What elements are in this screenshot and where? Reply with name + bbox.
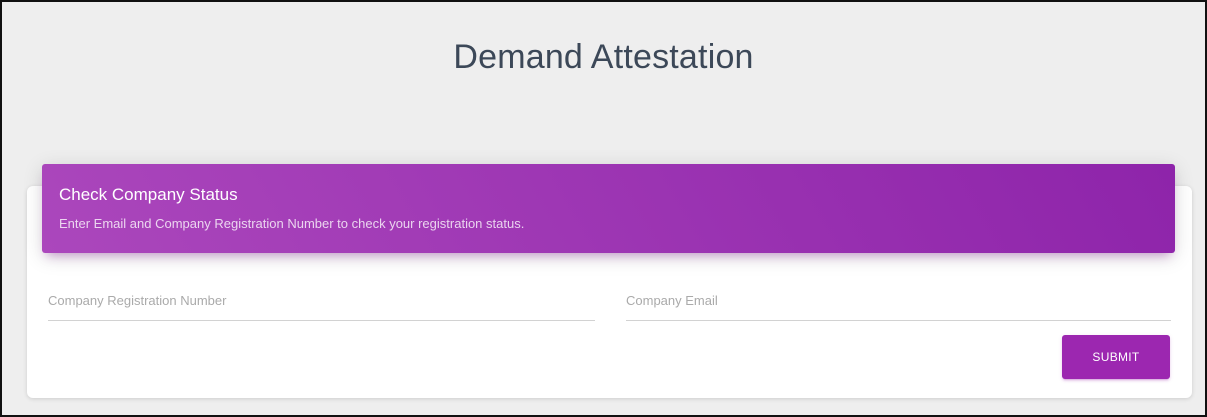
card-subtitle: Enter Email and Company Registration Num…	[59, 216, 525, 231]
page-frame: Demand Attestation Check Company Status …	[0, 0, 1207, 417]
card-header: Check Company Status Enter Email and Com…	[42, 164, 1175, 253]
company-email-input[interactable]	[626, 285, 1171, 315]
registration-number-input[interactable]	[48, 285, 595, 315]
page-title: Demand Attestation	[453, 38, 754, 76]
company-email-underline	[626, 320, 1171, 321]
card-title: Check Company Status	[59, 185, 238, 204]
registration-number-field	[48, 285, 595, 321]
company-email-field	[626, 285, 1171, 321]
submit-button[interactable]: SUBMIT	[1062, 335, 1170, 379]
registration-number-underline	[48, 320, 595, 321]
